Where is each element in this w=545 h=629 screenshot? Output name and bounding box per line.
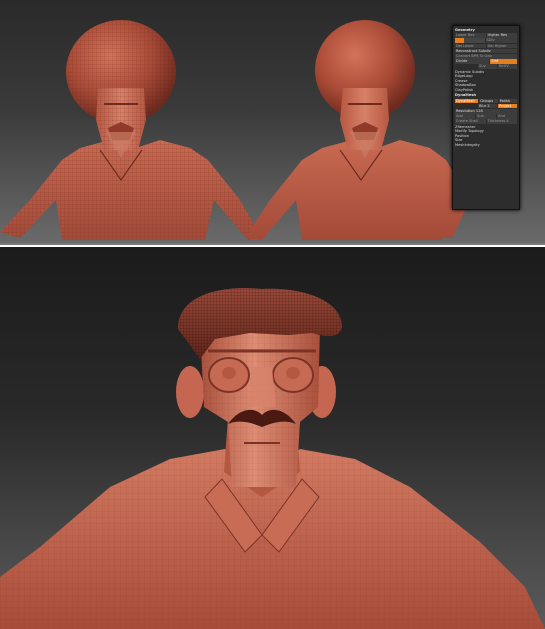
- higher-res-button[interactable]: Higher Res: [486, 33, 517, 38]
- claypolish-item[interactable]: ClayPolish: [455, 88, 517, 93]
- reuv-toggle[interactable]: ReUV: [498, 64, 517, 69]
- groups-toggle[interactable]: Groups: [479, 98, 498, 104]
- bottom-viewport[interactable]: [0, 247, 545, 629]
- suv-toggle[interactable]: Suv: [478, 64, 498, 69]
- mustache-figure: [0, 288, 545, 629]
- add-button[interactable]: Add: [455, 114, 475, 119]
- resolution-slider[interactable]: Resolution 128: [455, 109, 517, 114]
- afro-figure-left: [0, 20, 262, 240]
- palette-title: Geometry: [455, 28, 475, 32]
- del-higher-button[interactable]: Del Higher: [486, 43, 517, 49]
- polish-toggle[interactable]: Polish: [498, 98, 517, 104]
- smt-toggle[interactable]: Smt: [490, 59, 517, 64]
- geometry-palette[interactable]: Geometry Lower Res Higher Res SDiv Del L…: [452, 25, 520, 210]
- and-button[interactable]: And: [497, 114, 517, 119]
- mustache-model-canvas: [0, 288, 545, 629]
- sub-button[interactable]: Sub: [476, 114, 496, 119]
- meshintegrity-item[interactable]: MeshIntegrity: [455, 143, 517, 148]
- top-viewport[interactable]: Geometry Lower Res Higher Res SDiv Del L…: [0, 0, 545, 245]
- dynamesh-section[interactable]: DynaMesh: [455, 93, 517, 98]
- dynamesh-button[interactable]: DynaMesh: [455, 98, 479, 104]
- project-toggle[interactable]: Project: [498, 103, 517, 109]
- thickness-slider[interactable]: Thickness 4: [486, 119, 517, 124]
- del-lower-button[interactable]: Del Lower: [455, 43, 486, 49]
- sdiv-label: SDiv: [485, 38, 517, 43]
- blur-slider[interactable]: Blur 2: [478, 103, 498, 109]
- sdiv-slider[interactable]: [455, 38, 485, 43]
- convert-bpr-button[interactable]: Convert BPR To Geo: [455, 53, 517, 59]
- afro-figure-right: [245, 20, 470, 240]
- divide-button[interactable]: Divide: [455, 59, 490, 64]
- reconstruct-subdiv-button[interactable]: Reconstruct Subdiv: [455, 48, 517, 54]
- lower-res-button[interactable]: Lower Res: [455, 33, 486, 38]
- create-shell-button[interactable]: Create Shell: [455, 119, 486, 124]
